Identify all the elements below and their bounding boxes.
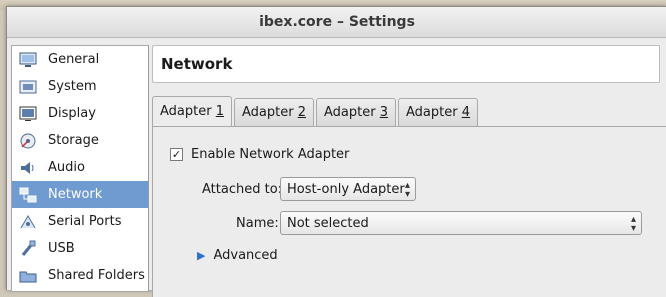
- sidebar-item-label: General: [48, 52, 100, 67]
- attached-to-value: Host-only Adapter: [287, 181, 405, 197]
- enable-adapter-row[interactable]: ✓ Enable Network Adapter: [170, 147, 349, 162]
- name-label: Name:: [236, 216, 279, 231]
- advanced-expander[interactable]: ▶ Advanced: [197, 248, 278, 263]
- tab-accel: 3: [379, 105, 388, 120]
- tab-label: Adapter: [242, 105, 294, 120]
- sidebar-item-label: Shared Folders: [48, 268, 145, 283]
- sidebar-item-usb[interactable]: USB: [12, 235, 148, 262]
- expander-arrow-icon: ▶: [197, 249, 206, 262]
- page-title: Network: [161, 55, 233, 73]
- page-title-box: Network: [152, 45, 660, 83]
- audio-icon: [18, 158, 38, 178]
- tab-label: Adapter: [324, 105, 376, 120]
- sidebar-item-label: Serial Ports: [48, 214, 122, 229]
- adapter-panel: ✓ Enable Network Adapter Attached to: Ho…: [152, 126, 666, 297]
- select-arrows-icon: ▴ ▾: [630, 214, 636, 234]
- sidebar-item-label: USB: [48, 241, 75, 256]
- tab-label: Adapter: [160, 104, 212, 119]
- name-value: Not selected: [287, 215, 369, 231]
- sidebar-item-network[interactable]: Network: [12, 181, 148, 208]
- sidebar-item-label: Display: [48, 106, 96, 121]
- tab-label: Adapter: [406, 105, 458, 120]
- shared-folders-icon: [18, 266, 38, 286]
- attached-to-select[interactable]: Host-only Adapter ▴ ▾: [280, 177, 416, 201]
- settings-window: ibex.core – Settings General System Disp…: [6, 6, 666, 297]
- sidebar-item-system[interactable]: System: [12, 73, 148, 100]
- tab-adapter-2[interactable]: Adapter 2: [234, 98, 314, 126]
- tab-adapter-3[interactable]: Adapter 3: [316, 98, 396, 126]
- sidebar-item-label: Audio: [48, 160, 85, 175]
- tab-accel: 1: [215, 104, 224, 119]
- name-select[interactable]: Not selected ▴ ▾: [280, 211, 642, 235]
- sidebar-item-general[interactable]: General: [12, 46, 148, 73]
- sidebar-item-storage[interactable]: Storage: [12, 127, 148, 154]
- enable-adapter-label: Enable Network Adapter: [191, 147, 350, 162]
- sidebar-item-label: Network: [48, 187, 103, 202]
- advanced-label: Advanced: [213, 248, 278, 263]
- tab-accel: 4: [461, 105, 470, 120]
- sidebar-item-label: System: [48, 79, 97, 94]
- general-icon: [18, 50, 38, 70]
- sidebar-item-serial-ports[interactable]: Serial Ports: [12, 208, 148, 235]
- adapter-tabs: Adapter 1 Adapter 2 Adapter 3 Adapter 4: [152, 96, 480, 127]
- sidebar-item-shared-folders[interactable]: Shared Folders: [12, 262, 148, 289]
- network-icon: [18, 185, 38, 205]
- sidebar-item-label: Storage: [48, 133, 99, 148]
- system-icon: [18, 77, 38, 97]
- serial-ports-icon: [18, 212, 38, 232]
- window-title: ibex.core – Settings: [7, 7, 666, 38]
- sidebar-item-display[interactable]: Display: [12, 100, 148, 127]
- tab-adapter-4[interactable]: Adapter 4: [398, 98, 478, 126]
- enable-adapter-checkbox[interactable]: ✓: [170, 148, 183, 161]
- tab-accel: 2: [297, 105, 306, 120]
- attached-to-label: Attached to:: [202, 182, 283, 197]
- usb-icon: [18, 239, 38, 259]
- settings-sidebar: General System Display Storage Audio Net…: [11, 45, 149, 292]
- select-arrows-icon: ▴ ▾: [404, 180, 410, 200]
- tab-adapter-1[interactable]: Adapter 1: [152, 96, 232, 126]
- storage-icon: [18, 131, 38, 151]
- sidebar-item-audio[interactable]: Audio: [12, 154, 148, 181]
- display-icon: [18, 104, 38, 124]
